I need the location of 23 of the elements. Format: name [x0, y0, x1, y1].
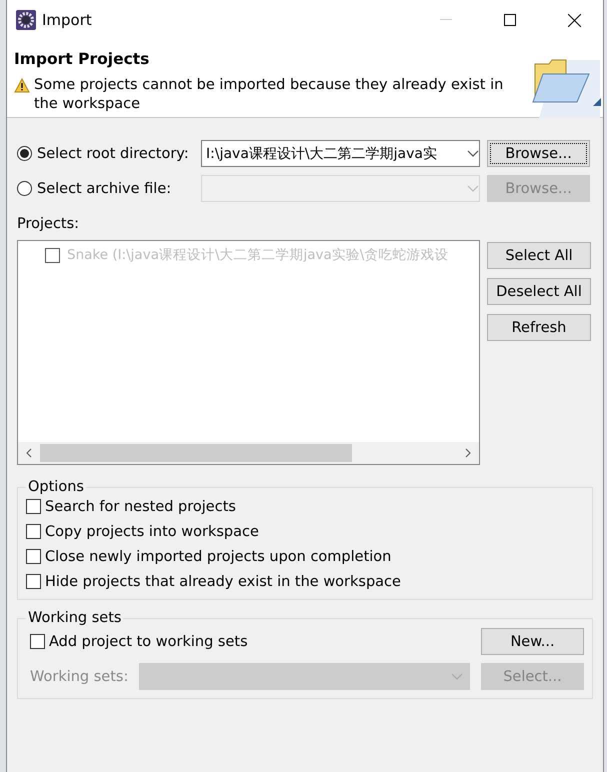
option-checkbox[interactable]: Copy projects into workspace: [26, 522, 584, 541]
horizontal-scrollbar[interactable]: [18, 442, 479, 464]
projects-label: Projects:: [17, 216, 80, 232]
gear-icon: [16, 10, 36, 30]
group-title: Working sets: [27, 610, 122, 626]
option-checkbox[interactable]: Close newly imported projects upon completion: [26, 547, 584, 566]
radio-button[interactable]: Select root directory:: [17, 146, 201, 162]
page-title: Import Projects: [14, 50, 150, 68]
list-action-button[interactable]: Select All: [487, 242, 591, 269]
list-action-button[interactable]: Refresh: [487, 314, 591, 341]
warning-icon: [14, 78, 30, 93]
directory-combo-field[interactable]: I:\java课程设计\大二第二学期java实: [201, 140, 480, 167]
option-checkbox[interactable]: Hide projects that already exist in the workspace: [26, 572, 584, 591]
maximize-icon[interactable]: [504, 14, 516, 26]
list-action-button[interactable]: Deselect All: [487, 278, 591, 305]
group-title: Options: [27, 479, 85, 495]
window-title: Import: [42, 11, 93, 29]
browse-button[interactable]: Browse...: [487, 140, 590, 167]
minimize-icon[interactable]: [440, 19, 452, 21]
option-checkbox[interactable]: Search for nested projects: [26, 497, 584, 516]
working-sets-label: Working sets:: [30, 668, 128, 684]
close-icon[interactable]: [568, 14, 580, 26]
warning-message: Some projects cannot be imported because they already exist in the workspace: [34, 76, 504, 114]
